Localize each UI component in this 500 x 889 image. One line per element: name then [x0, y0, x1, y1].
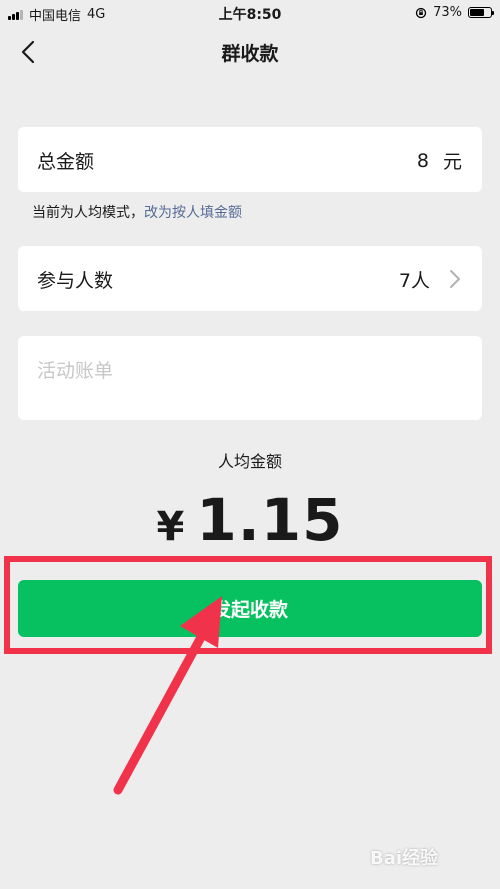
start-collection-button[interactable]: 发起收款	[18, 580, 482, 637]
total-amount-value[interactable]: 8 元	[417, 147, 462, 174]
currency-symbol: ¥	[156, 504, 185, 550]
bill-description-field[interactable]: 活动账单	[18, 336, 482, 420]
watermark-text: Bai经验	[370, 848, 439, 869]
per-person-label: 人均金额	[217, 452, 282, 471]
total-amount-label: 总金额	[37, 151, 95, 173]
battery-percent: 73%	[433, 5, 462, 20]
total-amount-card[interactable]: 总金额 8 元	[18, 127, 482, 192]
page-title: 群收款	[221, 43, 279, 65]
switch-mode-link[interactable]: 改为按人填金额	[144, 205, 242, 221]
total-amount-number: 8	[416, 149, 429, 172]
chevron-right-icon	[450, 270, 460, 288]
status-right: 73%	[415, 5, 494, 20]
battery-level	[470, 9, 484, 16]
per-person-value: 1.15	[196, 486, 344, 554]
rotation-lock-icon	[415, 7, 427, 18]
total-amount-unit: 元	[442, 151, 462, 173]
mode-hint: 当前为人均模式，改为按人填金额	[32, 202, 242, 222]
bill-description-placeholder: 活动账单	[37, 360, 114, 382]
battery-icon	[468, 7, 494, 18]
watermark-logo: Bai经验	[370, 837, 480, 877]
participants-label: 参与人数	[37, 270, 114, 292]
per-person-amount: ¥ 1.15	[0, 486, 500, 554]
nav-bar: 群收款	[0, 26, 500, 78]
participants-card[interactable]: 参与人数 7人	[18, 246, 482, 311]
status-bar: 中国电信 4G 上午8:50 73%	[0, 0, 500, 26]
mode-hint-text: 当前为人均模式，	[32, 205, 144, 221]
participants-value: 7人	[398, 270, 430, 292]
